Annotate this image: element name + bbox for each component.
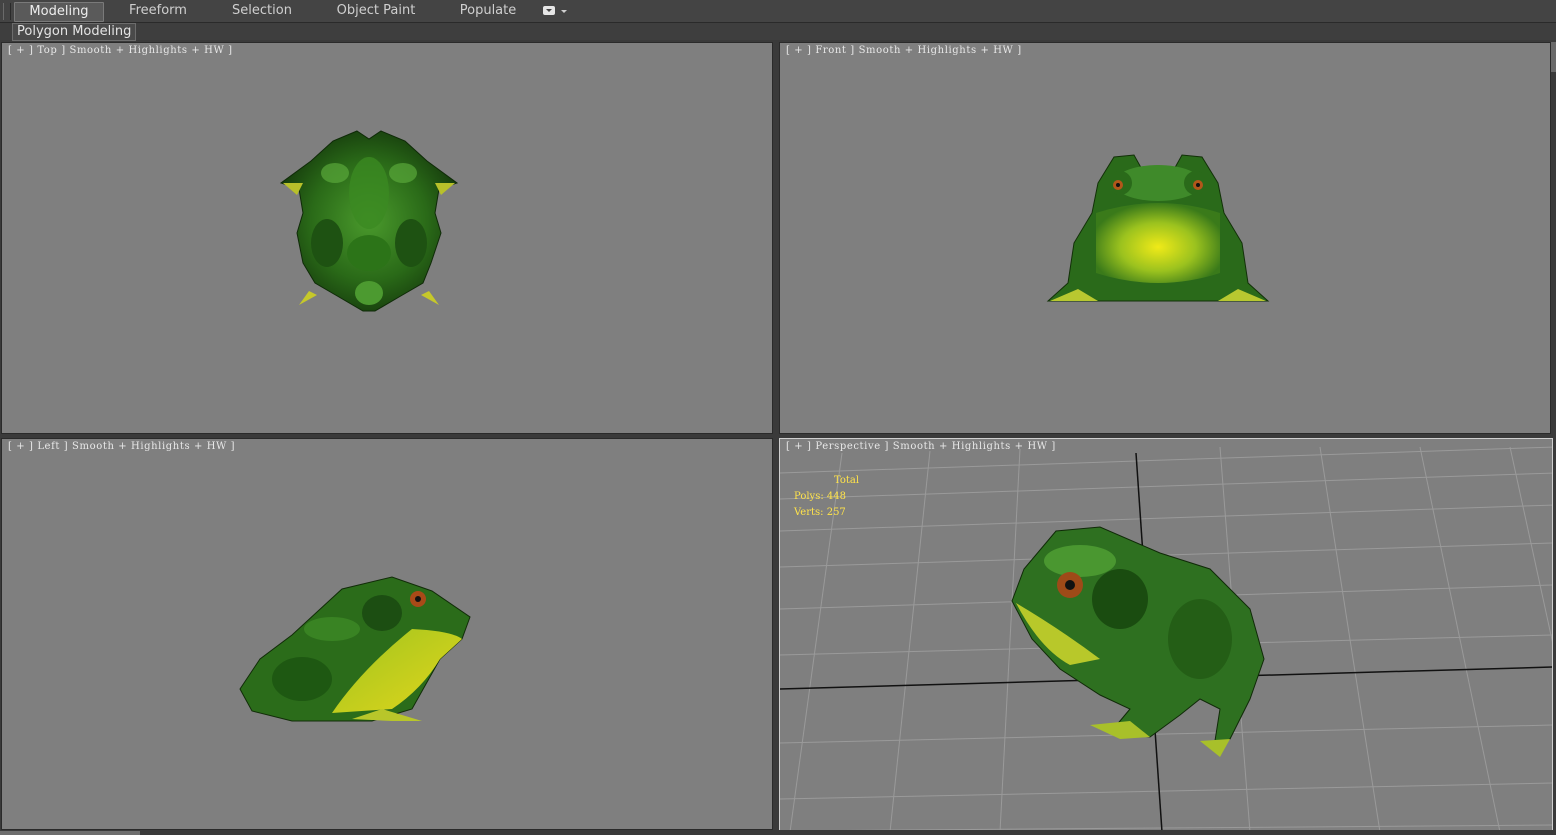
ribbon-tab-bar: Modeling Freeform Selection Object Paint… — [0, 0, 1556, 23]
tab-selection[interactable]: Selection — [224, 2, 300, 20]
ribbon-panel-row: Polygon Modeling — [0, 23, 1556, 41]
viewport-label-top[interactable]: [ + ] Top ] Smooth + Highlights + HW ] — [8, 45, 233, 56]
viewport-perspective[interactable]: [ + ] Perspective ] Smooth + Highlights … — [779, 438, 1553, 831]
ribbon-grip-handle[interactable] — [3, 3, 11, 20]
tab-object-paint[interactable]: Object Paint — [330, 2, 422, 20]
viewport-label-front[interactable]: [ + ] Front ] Smooth + Highlights + HW ] — [786, 45, 1022, 56]
stats-title: Total — [834, 475, 860, 486]
timeline-slider-stub[interactable] — [0, 831, 140, 835]
ribbon-options-icon[interactable] — [540, 4, 570, 18]
tab-freeform[interactable]: Freeform — [120, 2, 196, 20]
stats-polys: Polys: 448 — [794, 491, 846, 502]
viewport-top[interactable]: [ + ] Top ] Smooth + Highlights + HW ] — [1, 42, 773, 434]
tab-modeling[interactable]: Modeling — [14, 2, 104, 22]
frog-left-view — [239, 576, 471, 722]
stats-verts: Verts: 257 — [794, 507, 846, 518]
viewport-front[interactable]: [ + ] Front ] Smooth + Highlights + HW ] — [779, 42, 1551, 434]
bottom-status-strip — [0, 830, 1556, 835]
frog-perspective-model — [1011, 526, 1265, 757]
3dsmax-window: Modeling Freeform Selection Object Paint… — [0, 0, 1556, 835]
chevron-down-icon — [561, 10, 567, 13]
frog-top-view — [279, 130, 459, 312]
perspective-grid-and-frog — [780, 446, 1552, 830]
polygon-modeling-panel-button[interactable]: Polygon Modeling — [12, 23, 137, 41]
ribbon-options-box-icon — [543, 6, 555, 15]
polygon-statistics-overlay: Total Polys: 448 Verts: 257 — [794, 473, 859, 521]
frog-front-view — [1046, 154, 1270, 302]
tab-populate[interactable]: Populate — [452, 2, 524, 20]
viewport-label-perspective[interactable]: [ + ] Perspective ] Smooth + Highlights … — [786, 441, 1056, 452]
viewport-left[interactable]: [ + ] Left ] Smooth + Highlights + HW ] — [1, 438, 773, 830]
viewport-label-left[interactable]: [ + ] Left ] Smooth + Highlights + HW ] — [8, 441, 235, 452]
right-panel-scroll-handle[interactable] — [1551, 42, 1556, 72]
